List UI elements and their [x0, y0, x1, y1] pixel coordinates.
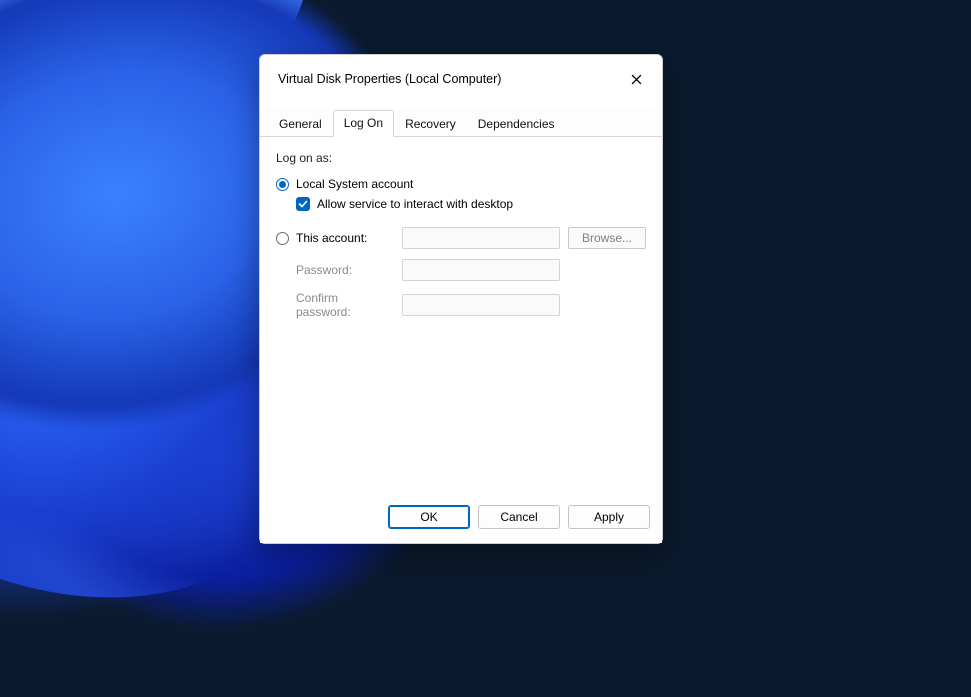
- local-system-option[interactable]: Local System account: [276, 177, 646, 191]
- tab-logon[interactable]: Log On: [333, 110, 394, 137]
- logon-tab-panel: Log on as: Local System account Allow se…: [260, 137, 662, 495]
- logon-as-label: Log on as:: [276, 151, 646, 165]
- titlebar: Virtual Disk Properties (Local Computer): [260, 55, 662, 103]
- apply-button[interactable]: Apply: [568, 505, 650, 529]
- dialog-title: Virtual Disk Properties (Local Computer): [278, 72, 501, 86]
- tab-general[interactable]: General: [268, 111, 333, 137]
- this-account-input[interactable]: [402, 227, 560, 249]
- this-account-option[interactable]: This account:: [276, 231, 394, 245]
- radio-icon: [276, 232, 289, 245]
- close-button[interactable]: [620, 65, 652, 93]
- confirm-password-label: Confirm password:: [276, 291, 394, 319]
- checkbox-checked-icon: [296, 197, 310, 211]
- tab-strip: General Log On Recovery Dependencies: [260, 109, 662, 137]
- this-account-section: This account: Browse... Password: Confir…: [276, 227, 646, 319]
- dialog-button-row: OK Cancel Apply: [260, 495, 662, 543]
- interact-desktop-label: Allow service to interact with desktop: [317, 197, 513, 211]
- browse-button[interactable]: Browse...: [568, 227, 646, 249]
- close-icon: [631, 74, 642, 85]
- tab-recovery[interactable]: Recovery: [394, 111, 467, 137]
- confirm-password-input[interactable]: [402, 294, 560, 316]
- local-system-label: Local System account: [296, 177, 413, 191]
- tab-dependencies[interactable]: Dependencies: [467, 111, 566, 137]
- password-label: Password:: [276, 263, 394, 277]
- cancel-button[interactable]: Cancel: [478, 505, 560, 529]
- password-input[interactable]: [402, 259, 560, 281]
- interact-desktop-option[interactable]: Allow service to interact with desktop: [296, 197, 646, 211]
- properties-dialog: Virtual Disk Properties (Local Computer)…: [259, 54, 663, 544]
- this-account-label: This account:: [296, 231, 367, 245]
- ok-button[interactable]: OK: [388, 505, 470, 529]
- radio-icon: [276, 178, 289, 191]
